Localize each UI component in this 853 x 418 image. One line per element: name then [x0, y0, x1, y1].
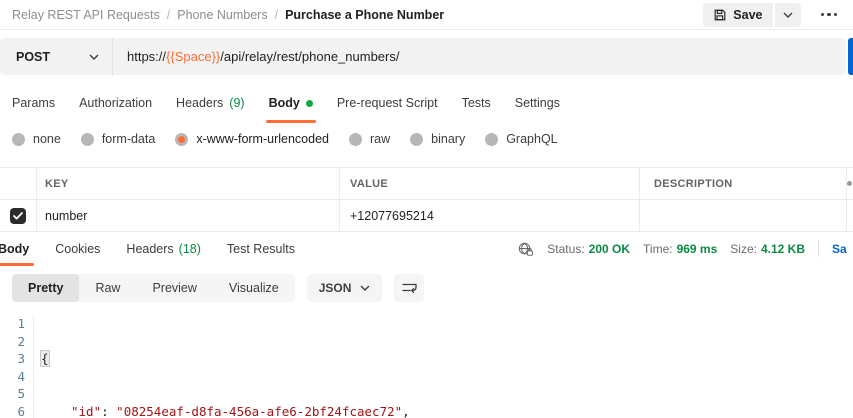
param-value-cell[interactable]: +12077695214 — [340, 200, 640, 231]
topbar: Relay REST API Requests / Phone Numbers … — [0, 0, 853, 30]
request-tabs: Params Authorization Headers (9) Body Pr… — [0, 83, 853, 123]
breadcrumb-folder[interactable]: Phone Numbers — [177, 8, 267, 22]
tab-settings[interactable]: Settings — [503, 83, 572, 123]
row-enabled-checkbox[interactable] — [10, 208, 26, 224]
radio-icon — [349, 133, 362, 146]
request-url-row: POST https://{{Space}}/api/relay/rest/ph… — [0, 30, 853, 83]
mode-form-data[interactable]: form-data — [81, 132, 156, 146]
chevron-down-icon — [783, 12, 793, 18]
column-header-description: DESCRIPTION — [640, 168, 847, 199]
view-mode-raw[interactable]: Raw — [79, 274, 136, 302]
tab-authorization[interactable]: Authorization — [67, 83, 164, 123]
column-header-value: VALUE — [340, 168, 640, 199]
radio-selected-icon — [175, 133, 188, 146]
response-viewer-toolbar: Pretty Raw Preview Visualize JSON — [0, 266, 853, 310]
url-input[interactable]: https://{{Space}}/api/relay/rest/phone_n… — [113, 49, 399, 64]
response-time: Time: 969 ms — [643, 242, 717, 256]
body-has-content-dot-icon — [306, 100, 313, 107]
mode-graphql[interactable]: GraphQL — [485, 132, 557, 146]
active-tab-underline — [0, 263, 34, 266]
save-button-label: Save — [733, 8, 762, 22]
wrap-text-button[interactable] — [394, 274, 424, 302]
mode-none[interactable]: none — [12, 132, 61, 146]
tab-body[interactable]: Body — [257, 83, 325, 123]
breadcrumb-separator: / — [275, 8, 278, 22]
ellipsis-icon — [821, 13, 825, 17]
method-select[interactable]: POST — [0, 38, 113, 75]
view-mode-preview[interactable]: Preview — [136, 274, 212, 302]
radio-icon — [81, 133, 94, 146]
wrap-text-icon — [401, 281, 418, 295]
view-mode-segmented-control: Pretty Raw Preview Visualize — [12, 274, 295, 302]
urlencoded-params-table: KEY VALUE DESCRIPTION number +1207769521… — [0, 167, 853, 232]
radio-icon — [12, 133, 25, 146]
response-tab-test-results[interactable]: Test Results — [214, 232, 308, 266]
save-options-button[interactable] — [775, 3, 801, 27]
url-bar: POST https://{{Space}}/api/relay/rest/ph… — [0, 38, 846, 75]
url-prefix: https:// — [127, 49, 166, 64]
mode-raw[interactable]: raw — [349, 132, 390, 146]
response-body-code[interactable]: 1 2 3 4 5 6 { "id": "08254eaf-d8fa-456a-… — [0, 310, 853, 418]
postman-request-window: Relay REST API Requests / Phone Numbers … — [0, 0, 853, 418]
status-badge: Status: 200 OK — [547, 242, 630, 256]
tab-params[interactable]: Params — [0, 83, 67, 123]
headers-count-badge: (9) — [229, 96, 244, 110]
view-mode-visualize[interactable]: Visualize — [213, 274, 295, 302]
tab-pre-request-script[interactable]: Pre-request Script — [325, 83, 450, 123]
code-content: { "id": "08254eaf-d8fa-456a-afe6-2bf24fc… — [34, 315, 410, 418]
save-split-button: Save — [703, 3, 800, 27]
url-variable: {{Space}} — [166, 49, 220, 64]
breadcrumb: Relay REST API Requests / Phone Numbers … — [12, 8, 444, 22]
chevron-down-icon — [360, 285, 370, 291]
radio-icon — [410, 133, 423, 146]
breadcrumb-request-name[interactable]: Purchase a Phone Number — [285, 8, 444, 22]
more-options-button[interactable] — [815, 9, 844, 21]
send-button-partial[interactable] — [848, 38, 853, 75]
radio-icon — [485, 133, 498, 146]
check-icon — [13, 212, 23, 220]
response-tab-headers[interactable]: Headers (18) — [113, 232, 213, 266]
code-line: { — [41, 350, 410, 368]
breadcrumb-collection[interactable]: Relay REST API Requests — [12, 8, 160, 22]
code-line: "id": "08254eaf-d8fa-456a-afe6-2bf24fcae… — [41, 403, 410, 418]
response-meta: Status: 200 OK Time: 969 ms Size: 4.12 K… — [517, 232, 853, 266]
language-select[interactable]: JSON — [307, 274, 383, 302]
table-options-partial-icon — [847, 181, 852, 186]
floppy-disk-icon — [713, 8, 727, 22]
save-button[interactable]: Save — [703, 3, 772, 27]
line-number-gutter: 1 2 3 4 5 6 — [0, 315, 34, 418]
save-response-link-partial[interactable]: Sa — [832, 242, 853, 256]
tab-headers[interactable]: Headers (9) — [164, 83, 257, 123]
divider — [818, 241, 819, 257]
method-label: POST — [16, 50, 50, 64]
table-header-row: KEY VALUE DESCRIPTION — [0, 168, 853, 200]
body-mode-selector: none form-data x-www-form-urlencoded raw… — [0, 123, 853, 155]
response-tab-cookies[interactable]: Cookies — [42, 232, 113, 266]
param-description-cell[interactable] — [640, 200, 847, 231]
mode-x-www-form-urlencoded[interactable]: x-www-form-urlencoded — [175, 132, 329, 146]
response-size: Size: 4.12 KB — [730, 242, 805, 256]
response-tab-body[interactable]: Body — [0, 232, 42, 266]
table-row: number +12077695214 — [0, 200, 853, 232]
active-tab-underline — [266, 120, 316, 123]
breadcrumb-separator: / — [167, 8, 170, 22]
view-mode-pretty[interactable]: Pretty — [12, 274, 79, 302]
response-headers-count-badge: (18) — [179, 242, 201, 256]
response-tabs: Body Cookies Headers (18) Test Results — [0, 232, 308, 266]
url-path: /api/relay/rest/phone_numbers/ — [220, 49, 399, 64]
column-header-key: KEY — [37, 168, 340, 199]
language-label: JSON — [319, 281, 352, 295]
tab-tests[interactable]: Tests — [450, 83, 503, 123]
mode-binary[interactable]: binary — [410, 132, 465, 146]
network-globe-lock-icon[interactable] — [517, 242, 534, 257]
param-key-cell[interactable]: number — [37, 200, 340, 231]
response-header: Body Cookies Headers (18) Test Results S… — [0, 232, 853, 266]
chevron-down-icon — [89, 54, 99, 60]
